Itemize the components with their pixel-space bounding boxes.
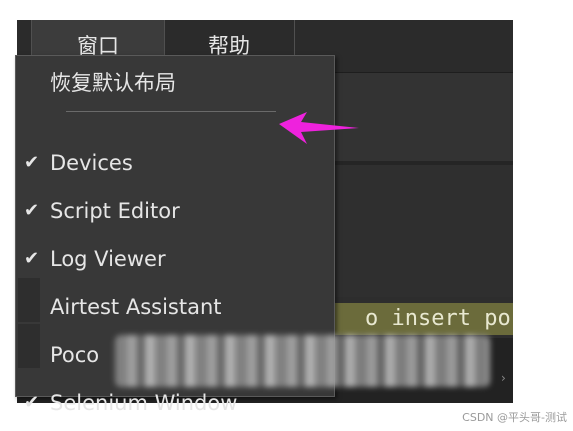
- menu-item-selenium-window[interactable]: ✔ Selenium Window: [16, 383, 334, 423]
- watermark-text: CSDN @平头哥-测试: [462, 411, 567, 424]
- menu-item-devices[interactable]: ✔ Devices: [16, 143, 334, 183]
- menu-item-label: Airtest Assistant: [50, 295, 222, 319]
- checkmark-icon: ✔: [24, 392, 40, 413]
- checkmark-icon: ✔: [24, 200, 40, 221]
- checkmark-icon: ✔: [24, 248, 40, 269]
- redacted-blur: [115, 335, 490, 387]
- checkmark-icon: ✔: [24, 152, 40, 173]
- menu-item-log-viewer[interactable]: ✔ Log Viewer: [16, 239, 334, 279]
- menu-item-label: Script Editor: [50, 199, 180, 223]
- menu-item-label: Log Viewer: [50, 247, 166, 271]
- menu-item-label: Devices: [50, 151, 133, 175]
- menu-item-restore-layout[interactable]: 恢复默认布局: [16, 63, 334, 103]
- menu-item-label: Poco: [50, 343, 100, 367]
- code-text-right: o insert po: [365, 306, 511, 331]
- menu-item-label: 恢复默认布局: [50, 71, 176, 95]
- pointer-arrow-icon: [279, 112, 359, 144]
- menu-separator: [66, 111, 276, 112]
- menu-item-label: Selenium Window: [50, 391, 238, 415]
- menu-item-script-editor[interactable]: ✔ Script Editor: [16, 191, 334, 231]
- scroll-right-icon[interactable]: ›: [501, 371, 506, 385]
- menu-item-airtest-assistant[interactable]: Airtest Assistant: [16, 287, 334, 327]
